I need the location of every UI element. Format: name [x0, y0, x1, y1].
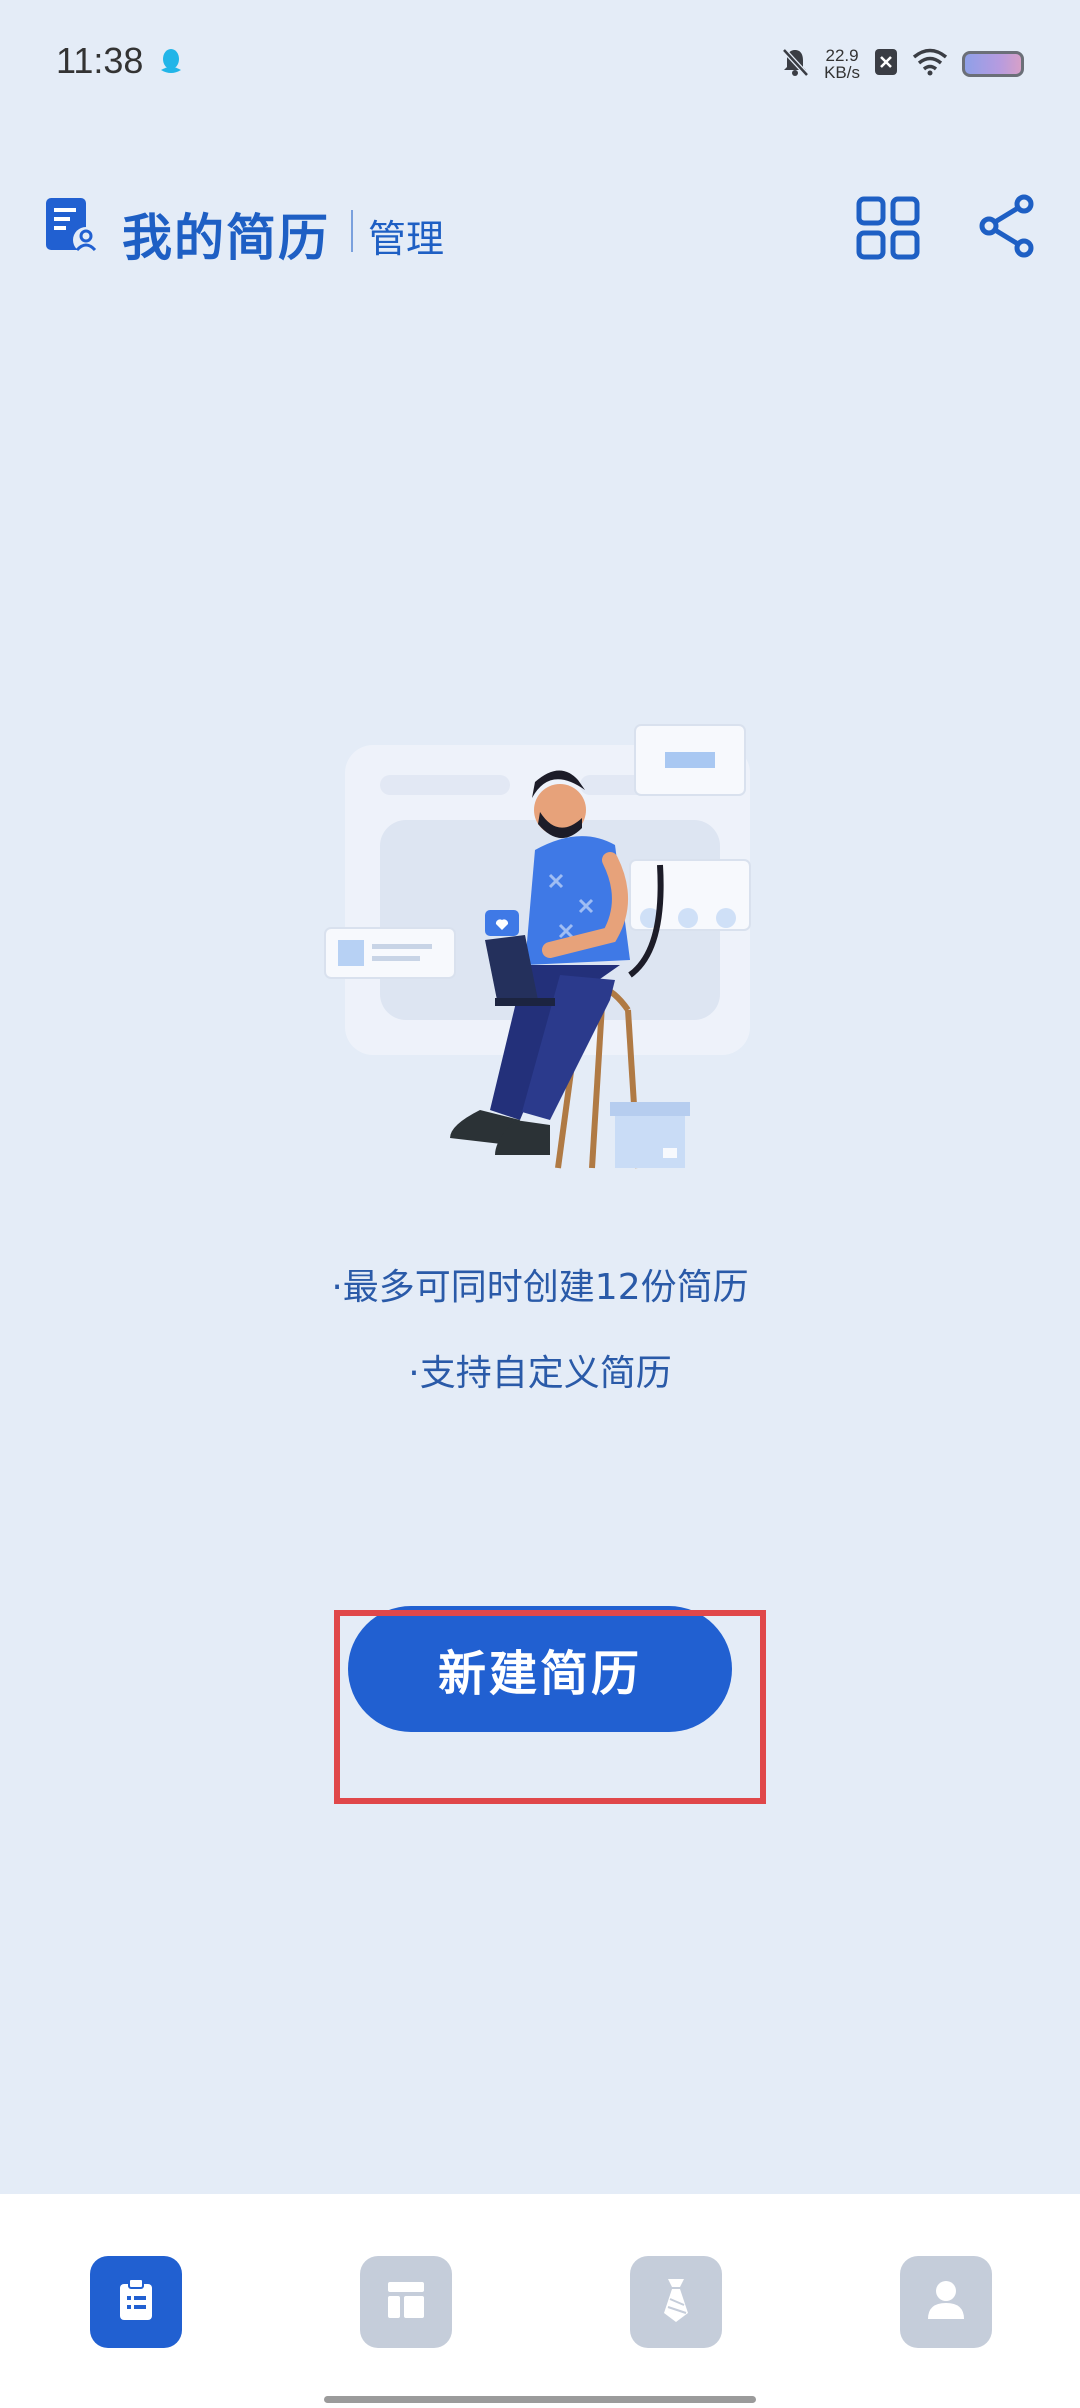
resume-logo-icon [44, 196, 100, 260]
bottom-nav [0, 2194, 1080, 2408]
page-title: 我的简历 [122, 209, 330, 267]
feature-list: ·最多可同时创建12份简历 ·支持自定义简历 [0, 1245, 1080, 1417]
nav-item-resume[interactable] [90, 2256, 182, 2348]
manage-button[interactable]: 管理 [368, 208, 444, 263]
grid-icon[interactable] [856, 196, 920, 264]
nav-item-jobs[interactable] [630, 2256, 722, 2348]
create-resume-button[interactable]: 新建简历 [348, 1606, 732, 1732]
share-icon[interactable] [978, 194, 1036, 262]
clipboard-icon [118, 2278, 154, 2326]
sim-off-icon [874, 48, 898, 80]
battery-icon [962, 51, 1024, 77]
empty-state-illustration [310, 700, 770, 1180]
wifi-icon [912, 48, 948, 80]
feature-item: ·支持自定义简历 [408, 1353, 672, 1394]
title-divider [351, 210, 353, 252]
home-indicator[interactable] [324, 2396, 756, 2403]
template-icon [386, 2280, 426, 2324]
status-bar: 11:38 22.9 KB/s [0, 0, 1080, 120]
nav-item-templates[interactable] [360, 2256, 452, 2348]
status-time: 11:38 [56, 40, 144, 81]
net-speed-value: 22.9 [825, 46, 859, 65]
header: 我的简历 管理 [0, 180, 1080, 280]
status-icons: 22.9 KB/s [780, 40, 1024, 88]
user-icon [926, 2279, 966, 2325]
qq-icon [158, 48, 184, 80]
net-speed: 22.9 KB/s [824, 47, 860, 81]
tie-icon [660, 2277, 692, 2327]
nav-item-profile[interactable] [900, 2256, 992, 2348]
mute-icon [780, 46, 810, 82]
net-speed-unit: KB/s [824, 63, 860, 82]
feature-item: ·最多可同时创建12份简历 [331, 1267, 749, 1308]
